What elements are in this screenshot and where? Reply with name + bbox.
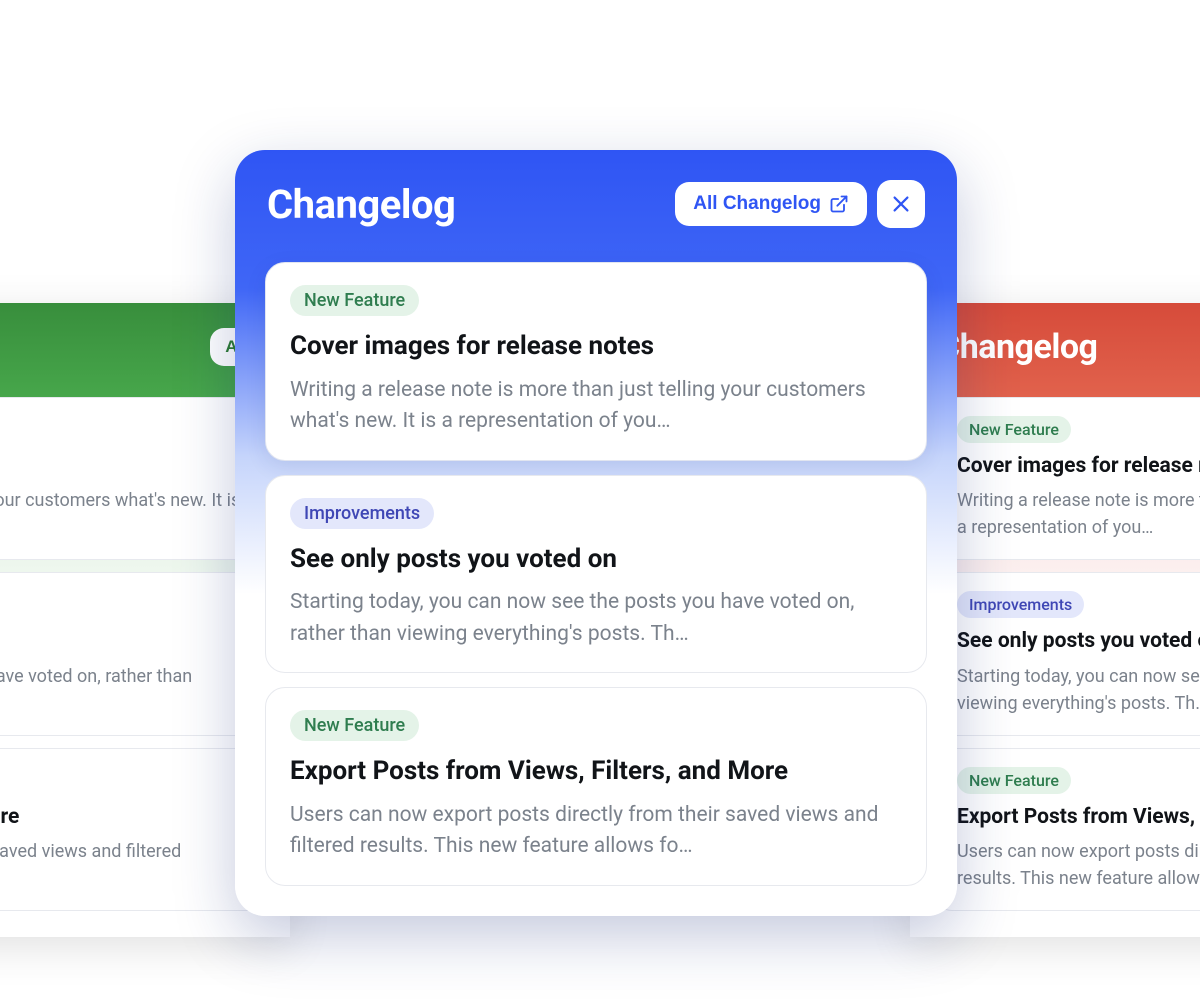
entries-list: New Feature Cover images for release not… xyxy=(235,262,957,916)
all-changelog-label: All Changelog xyxy=(693,193,821,215)
entry-body: Starting today, you can now see the post… xyxy=(957,663,1200,717)
badge-improvements: Improvements xyxy=(290,498,434,529)
entry-body: Writing a release note is more than just… xyxy=(957,487,1200,541)
changelog-entry[interactable]: Improvements See only posts you voted on… xyxy=(936,572,1200,735)
entry-title: See only posts you voted on xyxy=(290,543,902,576)
changelog-entry[interactable]: New Feature Export Posts from Views, Fil… xyxy=(936,748,1200,911)
entry-title: Export Posts from Views, Filters, and Mo… xyxy=(290,755,902,788)
entry-title: Cover images for release notes xyxy=(290,330,902,363)
badge-new-feature: New Feature xyxy=(290,710,419,741)
panel-header: Changelog All Changelog xyxy=(235,150,957,262)
badge-new-feature: New Feature xyxy=(957,416,1071,443)
entry-body: Users can now export posts directly from… xyxy=(957,838,1200,892)
entry-title: Cover images for release notes xyxy=(0,453,243,479)
all-changelog-button[interactable]: All Changelog xyxy=(675,182,867,226)
external-link-icon xyxy=(829,194,849,214)
changelog-panel-blue: Changelog All Changelog New Feature Cove xyxy=(235,150,957,916)
entry-title: Export Posts from Views, Filters, and Mo… xyxy=(0,804,243,830)
entry-title: Export Posts from Views, Filters, and Mo… xyxy=(957,804,1200,830)
entry-title: See only posts you voted on xyxy=(0,628,243,654)
changelog-entry[interactable]: New Feature Export Posts from Views, Fil… xyxy=(265,687,927,886)
entry-body: Writing a release note is more than just… xyxy=(0,487,243,541)
entry-body: Starting today, you can now see the post… xyxy=(0,663,243,717)
changelog-entry[interactable]: New Feature Cover images for release not… xyxy=(0,397,264,560)
badge-improvements: Improvements xyxy=(957,591,1084,618)
entry-title: See only posts you voted on xyxy=(957,628,1200,654)
entry-title: Cover images for release notes xyxy=(957,453,1200,479)
changelog-entry[interactable]: Improvements See only posts you voted on… xyxy=(265,475,927,674)
entry-body: Users can now export posts directly from… xyxy=(0,838,243,892)
badge-new-feature: New Feature xyxy=(290,285,419,316)
entry-body: Users can now export posts directly from… xyxy=(290,800,902,863)
panel-title: Changelog xyxy=(938,327,1097,367)
entry-body: Starting today, you can now see the post… xyxy=(290,587,902,650)
badge-new-feature: New Feature xyxy=(957,767,1071,794)
header-actions: All Changelog xyxy=(675,180,925,228)
panel-title: Changelog xyxy=(267,181,455,228)
entry-body: Writing a release note is more than just… xyxy=(290,375,902,438)
changelog-entry[interactable]: Improvements See only posts you voted on… xyxy=(0,572,264,735)
changelog-entry[interactable]: New Feature Export Posts from Views, Fil… xyxy=(0,748,264,911)
changelog-entry[interactable]: New Feature Cover images for release not… xyxy=(265,262,927,461)
close-icon xyxy=(890,193,912,215)
close-button[interactable] xyxy=(877,180,925,228)
changelog-entry[interactable]: New Feature Cover images for release not… xyxy=(936,397,1200,560)
